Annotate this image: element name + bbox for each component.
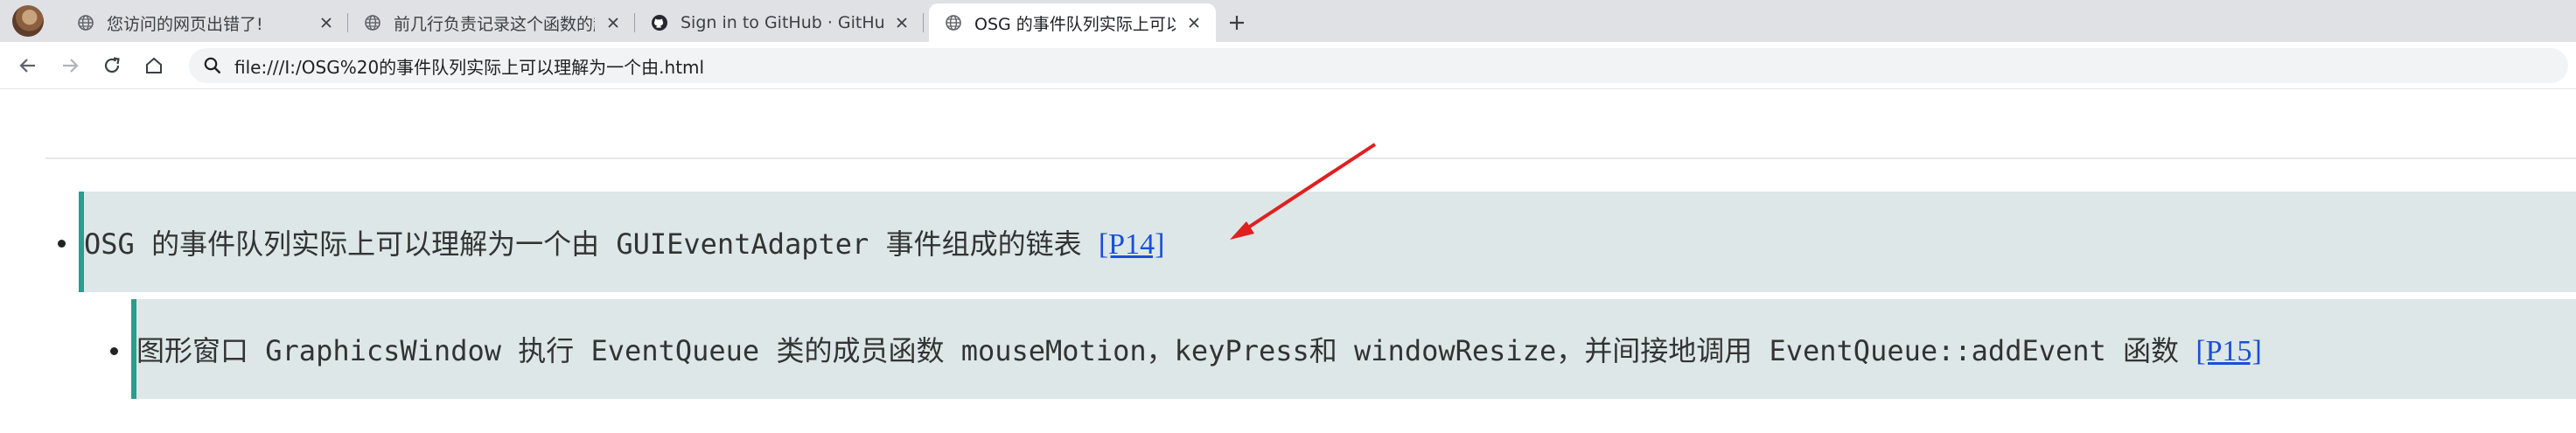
tab-3-title: Sign in to GitHub · GitHub [681, 13, 883, 32]
tab-4-active[interactable]: OSG 的事件队列实际上可以 [929, 3, 1216, 42]
tab-1-title: 您访问的网页出错了! [107, 14, 263, 34]
list-bullet [110, 347, 118, 355]
list-bullet [58, 240, 66, 248]
back-button[interactable] [14, 52, 42, 80]
item-1-line: OSG 的事件队列实际上可以理解为一个由 GUIEventAdapter 事件组… [84, 222, 1164, 262]
globe-icon [78, 15, 94, 31]
tab-3[interactable]: Sign in to GitHub · GitHub [635, 3, 924, 42]
new-tab-button[interactable] [1223, 9, 1251, 37]
browser-toolbar: file:///I:/OSG%20的事件队列实际上可以理解为一个由.html [0, 42, 2576, 89]
item-2-text: 图形窗口 GraphicsWindow 执行 EventQueue 类的成员函数… [136, 334, 2196, 367]
ref-link-p14[interactable]: [P14] [1099, 228, 1165, 261]
globe-icon [365, 15, 380, 31]
address-url: file:///I:/OSG%20的事件队列实际上可以理解为一个由.html [234, 56, 705, 78]
close-icon[interactable] [1184, 13, 1204, 32]
tab-2[interactable]: 前几行负责记录这个函数的起 [348, 3, 635, 42]
tab-strip: 您访问的网页出错了! 前几行负责记录这个函数的起 Sign in to GitH… [0, 0, 2576, 42]
reload-icon [104, 57, 120, 73]
page-content: OSG 的事件队列实际上可以理解为一个由 GUIEventAdapter 事件组… [0, 90, 2576, 433]
plus-icon [1230, 16, 1244, 30]
tab-2-title: 前几行负责记录这个函数的起 [394, 14, 595, 34]
home-icon [146, 57, 162, 73]
item-2-line: 图形窗口 GraphicsWindow 执行 EventQueue 类的成员函数… [136, 329, 2262, 369]
close-icon[interactable] [604, 13, 623, 32]
blockquote-item-2: 图形窗口 GraphicsWindow 执行 EventQueue 类的成员函数… [131, 299, 2576, 399]
address-bar[interactable]: file:///I:/OSG%20的事件队列实际上可以理解为一个由.html [189, 48, 2568, 83]
home-button[interactable] [140, 52, 168, 80]
profile-avatar[interactable] [12, 5, 44, 37]
horizontal-rule [45, 157, 2576, 159]
globe-icon [946, 15, 961, 31]
tab-1[interactable]: 您访问的网页出错了! [61, 3, 348, 42]
reload-button[interactable] [98, 52, 126, 80]
arrow-left-icon [19, 59, 35, 73]
item-1-text: OSG 的事件队列实际上可以理解为一个由 GUIEventAdapter 事件组… [84, 227, 1099, 261]
github-icon [652, 15, 667, 31]
close-icon[interactable] [317, 13, 336, 32]
close-icon[interactable] [892, 13, 911, 32]
blockquote-item-1: OSG 的事件队列实际上可以理解为一个由 GUIEventAdapter 事件组… [79, 192, 2576, 292]
ref-link-p15[interactable]: [P15] [2196, 335, 2262, 367]
search-icon [204, 57, 221, 74]
tab-4-title: OSG 的事件队列实际上可以 [974, 14, 1176, 34]
arrow-right-icon [63, 59, 79, 73]
forward-button[interactable] [56, 52, 84, 80]
